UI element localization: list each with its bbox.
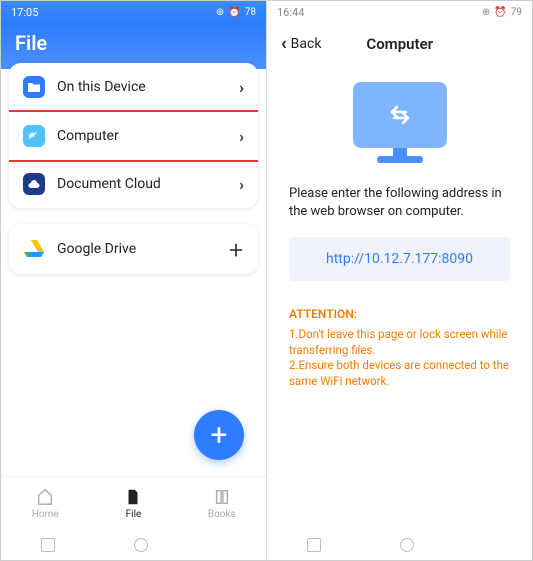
wifi-icon: ⊕ [482, 7, 490, 18]
nav-home-icon[interactable] [134, 538, 148, 552]
nav-recent-icon[interactable] [41, 538, 55, 552]
locations-list: On this Device › Computer › Document Clo… [9, 63, 258, 208]
tab-label: File [126, 509, 142, 520]
header: ‹ Back Computer [267, 23, 532, 64]
system-nav [1, 530, 266, 560]
chevron-right-icon: › [239, 175, 244, 194]
battery-icon: 79 [511, 7, 522, 18]
row-label: Computer [57, 128, 239, 144]
status-time: 17:05 [11, 6, 38, 19]
row-google-drive[interactable]: Google Drive ＋ [9, 224, 258, 274]
status-icons: ⊕ ⏰ 79 [482, 7, 522, 18]
tab-home[interactable]: Home [1, 477, 89, 530]
row-label: Document Cloud [57, 176, 239, 192]
row-label: On this Device [57, 79, 239, 95]
system-nav [267, 530, 532, 560]
status-bar: 17:05 ⊕ ⏰ 78 [1, 1, 266, 23]
row-document-cloud[interactable]: Document Cloud › [9, 160, 258, 208]
cloud-icon [23, 173, 45, 195]
nav-home-icon[interactable] [400, 538, 414, 552]
add-button[interactable]: + [194, 410, 244, 460]
instructions-text: Please enter the following address in th… [267, 185, 532, 221]
bottom-tabs: Home File Books [1, 476, 266, 530]
chevron-right-icon: › [239, 127, 244, 146]
battery-icon: 78 [245, 7, 256, 18]
page-title: Computer [281, 35, 518, 53]
computer-illustration [345, 82, 455, 163]
books-icon [213, 488, 231, 506]
wifi-icon: ⊕ [216, 7, 224, 18]
plus-icon[interactable]: ＋ [228, 237, 244, 261]
alarm-icon: ⏰ [228, 7, 240, 18]
plus-icon: + [210, 418, 227, 453]
status-time: 16:44 [277, 6, 304, 19]
status-bar: 16:44 ⊕ ⏰ 79 [267, 1, 532, 23]
tab-file[interactable]: File [89, 477, 177, 530]
attention-label: ATTENTION: [267, 307, 532, 321]
status-icons: ⊕ ⏰ 78 [216, 7, 256, 18]
row-on-this-device[interactable]: On this Device › [9, 63, 258, 112]
row-label: Google Drive [57, 241, 228, 257]
computer-icon [23, 125, 45, 147]
page-title: File [15, 31, 252, 55]
tab-label: Home [32, 509, 59, 520]
row-computer[interactable]: Computer › [9, 110, 258, 162]
alarm-icon: ⏰ [494, 7, 506, 18]
folder-icon [23, 76, 45, 98]
tips: 1.Don't leave this page or lock screen w… [267, 321, 532, 395]
tip-1: 1.Don't leave this page or lock screen w… [289, 327, 510, 358]
file-icon [124, 488, 142, 506]
chevron-right-icon: › [239, 78, 244, 97]
tip-2: 2.Ensure both devices are connected to t… [289, 358, 510, 389]
monitor-screen-icon [353, 82, 447, 148]
nav-recent-icon[interactable] [307, 538, 321, 552]
cloud-services-list: Google Drive ＋ [9, 224, 258, 274]
tab-label: Books [208, 509, 236, 520]
url-box[interactable]: http://10.12.7.177:8090 [289, 237, 510, 281]
tab-books[interactable]: Books [178, 477, 266, 530]
drive-icon [23, 238, 45, 260]
home-icon [36, 488, 54, 506]
url-text: http://10.12.7.177:8090 [326, 251, 473, 267]
